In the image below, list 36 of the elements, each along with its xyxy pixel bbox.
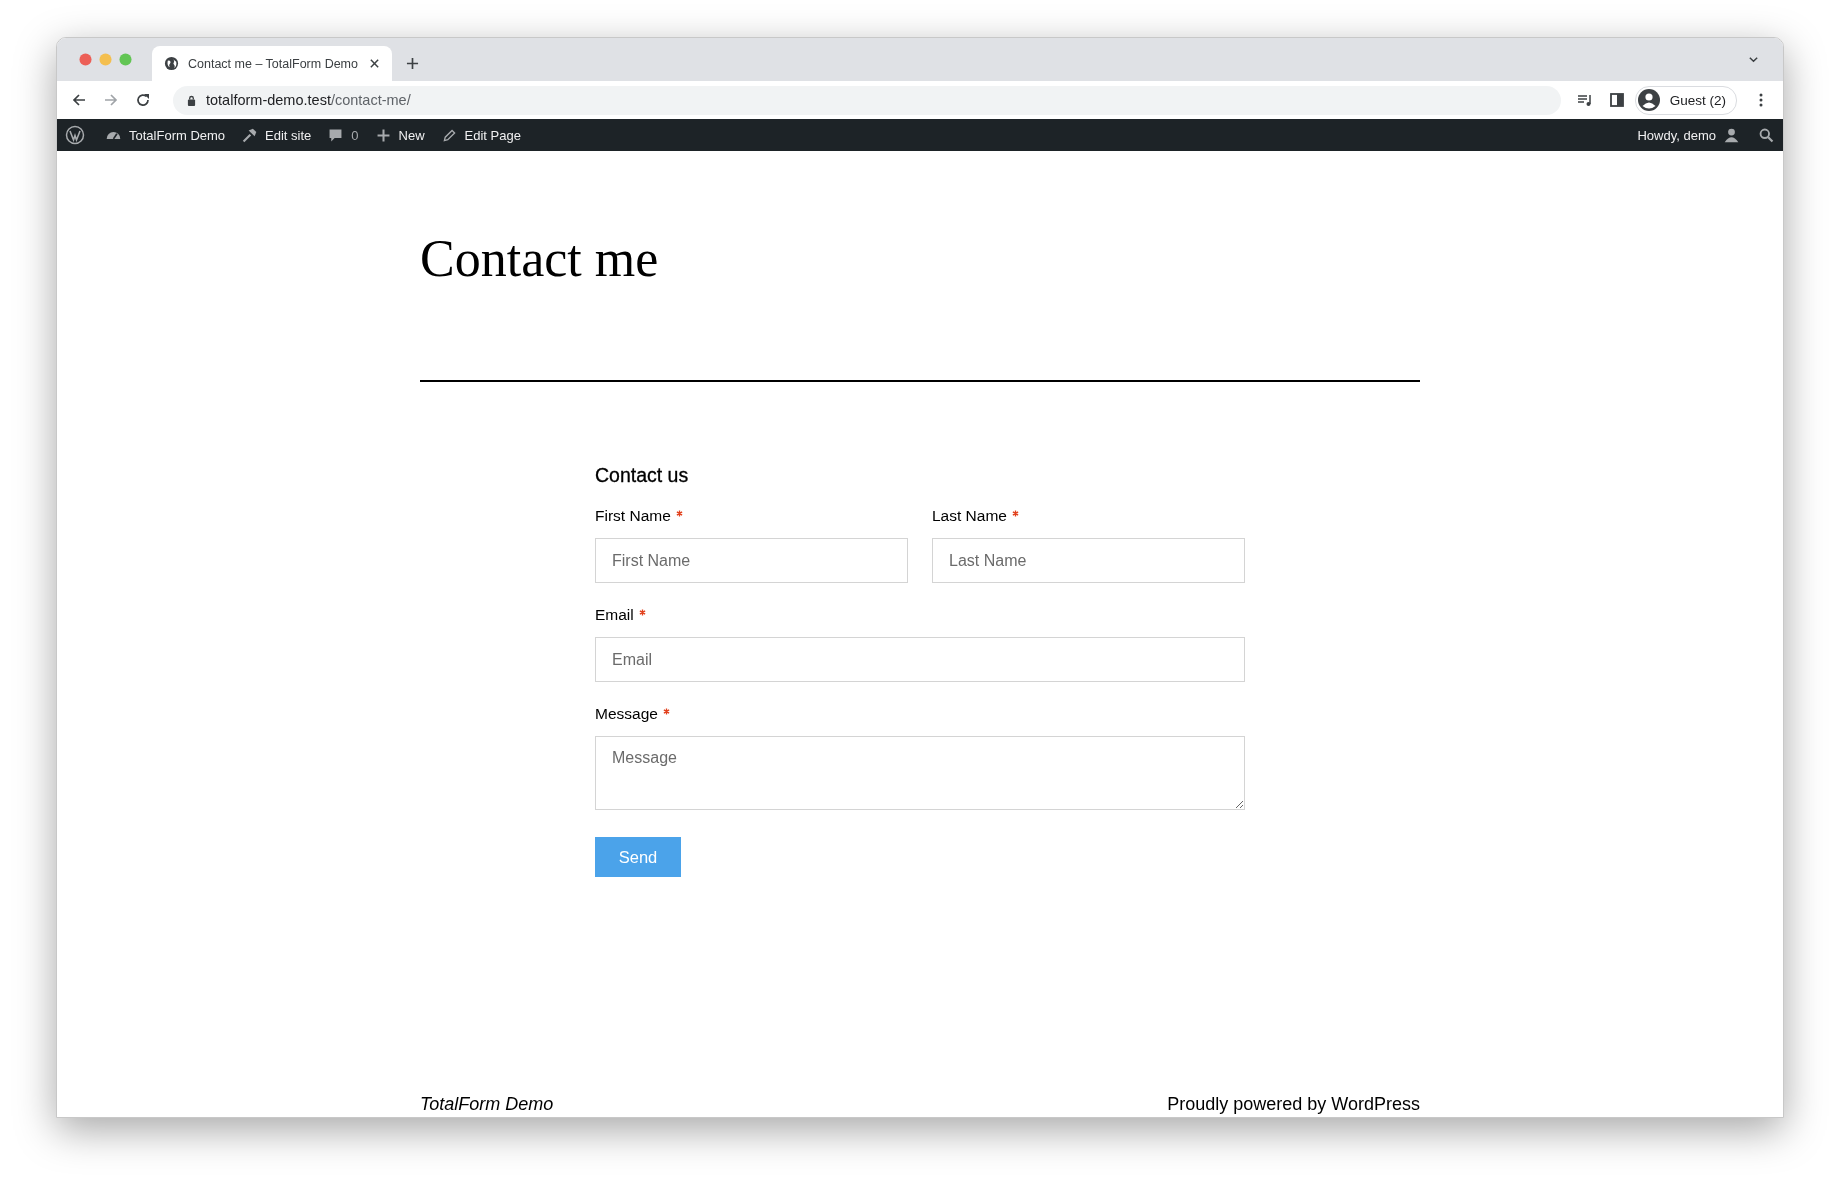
- account-menu[interactable]: Howdy, demo: [1637, 126, 1740, 144]
- address-field[interactable]: totalform-demo.test/contact-me/: [173, 85, 1561, 115]
- input-field[interactable]: Last Name: [932, 538, 1245, 583]
- reload-icon[interactable]: [135, 92, 151, 108]
- lock-icon: [187, 94, 196, 106]
- field-label: Email: [595, 606, 634, 624]
- close-window-icon[interactable]: [79, 53, 92, 66]
- tab-title: Contact me – TotalForm Demo: [188, 56, 359, 71]
- avatar-icon: [1637, 89, 1660, 111]
- footer-credit: Proudly powered by WordPress: [1167, 1094, 1420, 1115]
- field-label: Last Name: [932, 507, 1007, 525]
- profile-button[interactable]: Guest (2): [1634, 85, 1737, 115]
- page-title: Contact me: [420, 229, 660, 288]
- message-field[interactable]: Message: [595, 736, 1245, 810]
- close-icon[interactable]: [369, 58, 380, 69]
- hammer-icon: [241, 126, 259, 144]
- footer-site-title[interactable]: TotalForm Demo: [420, 1094, 554, 1115]
- form-title: Contact us: [595, 464, 690, 487]
- side-panel-icon[interactable]: [1608, 92, 1625, 108]
- admin-bar-item[interactable]: Edit Page: [440, 126, 521, 144]
- user-icon: [1723, 126, 1740, 144]
- admin-bar-item[interactable]: 0: [327, 126, 359, 144]
- admin-bar-item[interactable]: Edit site: [241, 126, 312, 144]
- search-icon[interactable]: [1758, 126, 1775, 144]
- input-field[interactable]: First Name: [595, 538, 908, 583]
- input-field[interactable]: Email: [595, 637, 1245, 682]
- field-label: Message: [595, 705, 658, 723]
- wordpress-logo-icon[interactable]: [65, 125, 85, 145]
- back-icon[interactable]: [71, 92, 87, 108]
- browser-tab[interactable]: Contact me – TotalForm Demo: [152, 46, 392, 81]
- field-label: First Name: [595, 507, 671, 525]
- playlist-icon[interactable]: [1576, 92, 1593, 108]
- admin-bar-item[interactable]: New: [374, 126, 425, 144]
- chevron-down-icon[interactable]: [1748, 54, 1759, 65]
- new-tab-icon[interactable]: [406, 57, 419, 70]
- admin-bar-item[interactable]: TotalForm Demo: [105, 126, 226, 144]
